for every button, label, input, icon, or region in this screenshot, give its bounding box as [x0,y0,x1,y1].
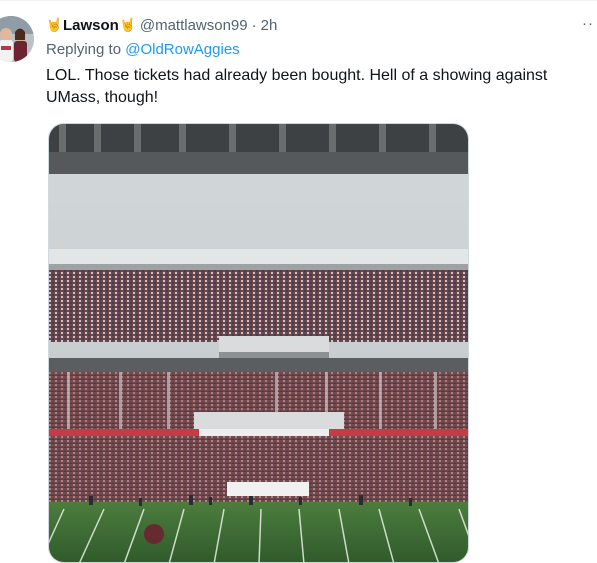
tweet-header: 🤘 Lawson 🤘 @mattlawson99 · 2h [46,14,586,36]
tweet: 🤘 Lawson 🤘 @mattlawson99 · 2h Replying t… [46,14,586,109]
avatar[interactable] [0,16,34,62]
tweet-text: LOL. Those tickets had already been boug… [46,67,548,106]
timestamp[interactable]: 2h [261,17,278,34]
reply-context: Replying to @OldRowAggies [46,39,586,61]
author-name[interactable]: Lawson [63,17,119,34]
separator-dot: · [251,16,257,34]
reply-handle-link[interactable]: @OldRowAggies [125,41,239,58]
horns-emoji-icon: 🤘 [119,17,137,32]
stadium-photo [49,124,468,562]
horns-emoji-icon: 🤘 [46,17,63,32]
tweet-media-photo[interactable] [48,123,469,563]
author-handle[interactable]: @mattlawson99 [140,17,248,34]
avatar-photo [0,16,34,62]
top-divider [0,0,597,1]
reply-prefix: Replying to [46,41,122,58]
